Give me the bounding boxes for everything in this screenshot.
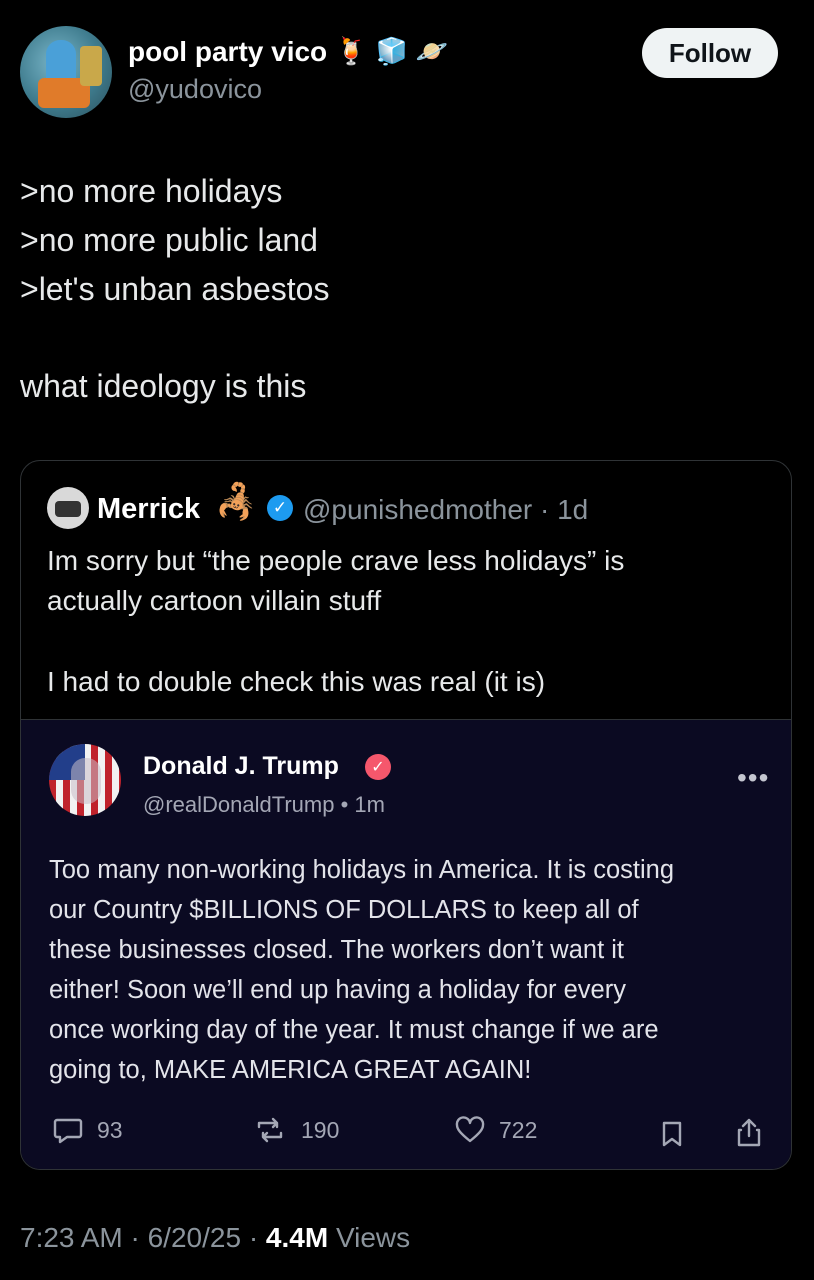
heart-icon	[455, 1116, 485, 1143]
repost-action: 190	[253, 1116, 339, 1144]
embedded-text-line: these businesses closed. The workers don…	[49, 936, 624, 964]
like-count: 722	[499, 1116, 538, 1143]
quote-text-line: Im sorry but “the people crave less holi…	[47, 545, 625, 576]
ice-cube-emoji-icon: 🧊	[375, 37, 408, 67]
tweet-line: what ideology is this	[20, 368, 307, 404]
quote-author-avatar[interactable]	[47, 487, 89, 529]
tweet-meta: 7:23 AM · 6/20/25 · 4.4M Views	[20, 1222, 410, 1254]
views-label: Views	[328, 1222, 411, 1253]
author-avatar[interactable]	[20, 26, 112, 118]
author-display-name[interactable]: pool party vico 🍹 🧊 🪐	[128, 36, 448, 68]
tweet-time-date: 7:23 AM · 6/20/25 ·	[20, 1222, 266, 1253]
follow-button[interactable]: Follow	[642, 28, 778, 78]
cocktail-emoji-icon: 🍹	[335, 37, 368, 67]
repost-count: 190	[301, 1116, 340, 1143]
embedded-text-line: once working day of the year. It must ch…	[49, 1016, 659, 1044]
scorpion-emoji-icon: 🦂	[215, 482, 258, 522]
tweet-line: >let's unban asbestos	[20, 271, 330, 307]
bookmark-icon	[662, 1121, 682, 1147]
embedded-author-handle: @realDonaldTrump • 1m	[143, 792, 385, 817]
tweet-line: >no more holidays	[20, 173, 283, 209]
share-icon	[737, 1118, 761, 1147]
quote-author-handle[interactable]: @punishedmother · 1d	[303, 494, 588, 526]
tweet-line: >no more public land	[20, 222, 318, 258]
quote-tweet-card[interactable]: Merrick 🦂 ✓ @punishedmother · 1d Im sorr…	[20, 460, 792, 1170]
embedded-author-name: Donald J. Trump	[143, 752, 339, 780]
embedded-text-line: going to, MAKE AMERICA GREAT AGAIN!	[49, 1056, 532, 1084]
more-options-icon: •••	[737, 762, 770, 793]
reply-icon	[53, 1118, 83, 1144]
author-handle[interactable]: @yudovico	[128, 74, 262, 105]
verified-badge-icon: ✓	[365, 754, 391, 780]
quote-text-line: actually cartoon villain stuff	[47, 585, 382, 616]
embedded-text-line: either! Soon we’ll end up having a holid…	[49, 976, 626, 1004]
display-name-text: pool party vico	[128, 36, 328, 67]
planet-emoji-icon: 🪐	[415, 37, 449, 67]
quote-author-name[interactable]: Merrick	[97, 493, 200, 526]
like-action: 722	[455, 1116, 537, 1144]
embedded-text-line: Too many non-working holidays in America…	[49, 856, 675, 884]
views-count[interactable]: 4.4M	[266, 1222, 328, 1253]
embedded-author-avatar	[49, 744, 121, 816]
embedded-post-image[interactable]: Donald J. Trump ✓ @realDonaldTrump • 1m …	[21, 719, 791, 1169]
reply-count: 93	[97, 1116, 123, 1143]
verified-badge-icon: ✓	[267, 495, 293, 521]
quote-text-line: I had to double check this was real (it …	[47, 666, 546, 697]
embedded-text-line: our Country $BILLIONS OF DOLLARS to keep…	[49, 896, 639, 924]
reply-action: 93	[53, 1116, 123, 1144]
repost-icon	[257, 1117, 283, 1143]
